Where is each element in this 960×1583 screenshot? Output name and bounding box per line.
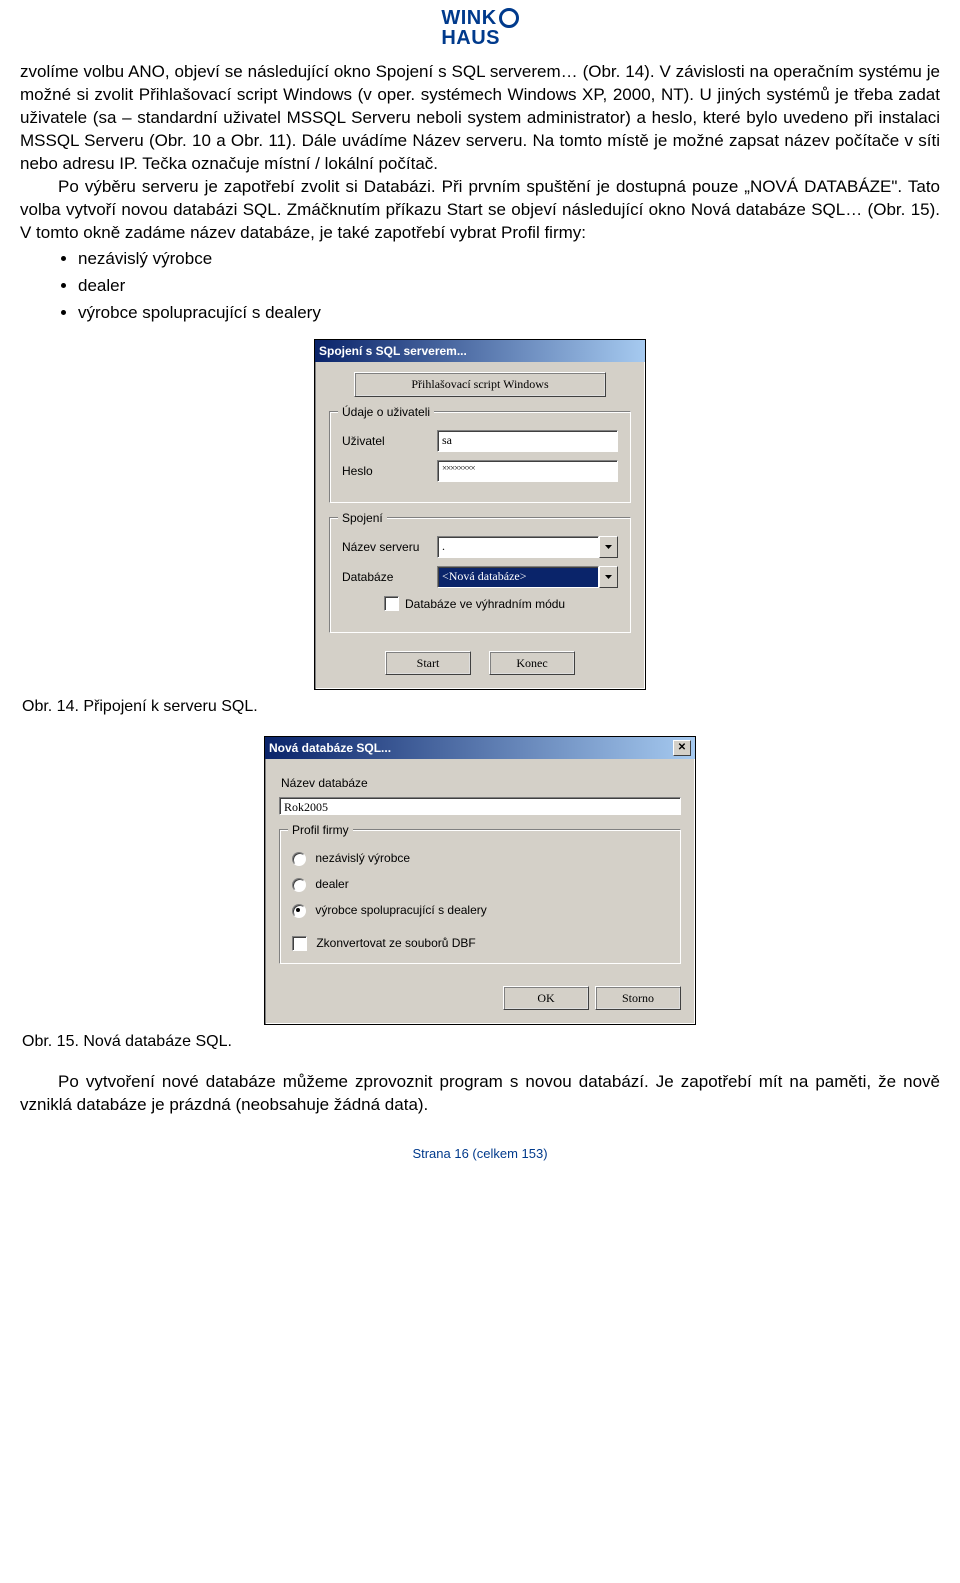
- list-item: výrobce spolupracující s dealery: [78, 302, 940, 325]
- user-credentials-group: Údaje o uživateli Uživatel sa Heslo ××××…: [329, 411, 631, 503]
- database-combo[interactable]: <Nová databáze>: [437, 566, 618, 588]
- body-paragraph: zvolíme volbu ANO, objeví se následující…: [20, 61, 940, 176]
- ok-button[interactable]: OK: [503, 986, 589, 1010]
- close-icon[interactable]: ✕: [673, 740, 691, 756]
- list-item: dealer: [78, 275, 940, 298]
- bullet-list: nezávislý výrobce dealer výrobce spolupr…: [20, 248, 940, 325]
- group-legend: Údaje o uživateli: [338, 404, 434, 420]
- server-name-combo[interactable]: .: [437, 536, 618, 558]
- new-sql-database-dialog: Nová databáze SQL... ✕ Název databáze Ro…: [264, 736, 696, 1025]
- figure-caption: Obr. 15. Nová databáze SQL.: [22, 1031, 940, 1053]
- windows-login-script-button[interactable]: Přihlašovací script Windows: [354, 372, 606, 396]
- logo-text: WINK: [441, 8, 496, 28]
- titlebar: Nová databáze SQL... ✕: [265, 737, 695, 759]
- user-input[interactable]: sa: [437, 430, 618, 452]
- dialog-title: Nová databáze SQL...: [269, 740, 391, 756]
- server-name-label: Název serveru: [342, 539, 437, 555]
- server-name-value[interactable]: .: [437, 536, 599, 558]
- radio-label: výrobce spolupracující s dealery: [315, 903, 486, 917]
- logo-ring-icon: [499, 8, 519, 28]
- titlebar: Spojení s SQL serverem...: [315, 340, 645, 362]
- cancel-button[interactable]: Storno: [595, 986, 681, 1010]
- connection-group: Spojení Název serveru . Databáze <Nová d…: [329, 517, 631, 633]
- radio-label: nezávislý výrobce: [315, 851, 410, 865]
- group-legend: Profil firmy: [288, 822, 353, 838]
- chevron-down-icon[interactable]: [599, 566, 618, 588]
- group-legend: Spojení: [338, 510, 387, 526]
- convert-dbf-checkbox[interactable]: [292, 936, 307, 951]
- body-paragraph: Po vytvoření nové databáze můžeme zprovo…: [20, 1071, 940, 1117]
- exclusive-mode-label: Databáze ve výhradním módu: [405, 596, 565, 612]
- brand-logo: WINK HAUS: [20, 0, 940, 61]
- exclusive-mode-checkbox[interactable]: [384, 596, 399, 611]
- list-item: nezávislý výrobce: [78, 248, 940, 271]
- company-profile-group: Profil firmy nezávislý výrobce dealer vý…: [279, 829, 681, 964]
- db-name-label: Název databáze: [281, 775, 681, 791]
- profile-radio-cooperating[interactable]: [292, 904, 306, 918]
- profile-radio-dealer[interactable]: [292, 878, 306, 892]
- end-button[interactable]: Konec: [489, 651, 575, 675]
- profile-radio-independent[interactable]: [292, 852, 306, 866]
- db-name-input[interactable]: Rok2005: [279, 797, 681, 815]
- user-label: Uživatel: [342, 433, 437, 449]
- password-label: Heslo: [342, 463, 437, 479]
- database-label: Databáze: [342, 569, 437, 585]
- radio-label: dealer: [315, 877, 348, 891]
- body-paragraph: Po výběru serveru je zapotřebí zvolit si…: [20, 176, 940, 245]
- convert-dbf-label: Zkonvertovat ze souborů DBF: [316, 936, 475, 950]
- figure-caption: Obr. 14. Připojení k serveru SQL.: [22, 696, 940, 718]
- logo-text: HAUS: [441, 28, 518, 48]
- database-value[interactable]: <Nová databáze>: [437, 566, 599, 588]
- dialog-title: Spojení s SQL serverem...: [319, 343, 467, 359]
- page-footer: Strana 16 (celkem 153): [20, 1145, 940, 1163]
- password-input[interactable]: ××××××××: [437, 460, 618, 482]
- sql-connection-dialog: Spojení s SQL serverem... Přihlašovací s…: [314, 339, 646, 690]
- start-button[interactable]: Start: [385, 651, 471, 675]
- chevron-down-icon[interactable]: [599, 536, 618, 558]
